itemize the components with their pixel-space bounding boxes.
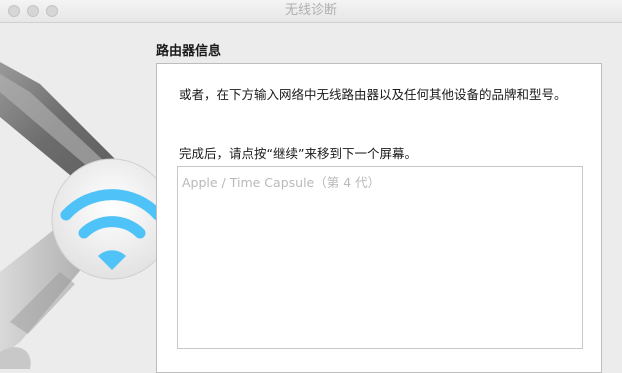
watermark <box>486 323 616 353</box>
window-title: 无线诊断 <box>284 3 337 18</box>
instruction-text: 或者，在下方输入网络中无线路由器以及任何其他设备的品牌和型号。 <box>179 87 567 102</box>
title-bar: 无线诊断 <box>0 0 622 23</box>
router-model-input[interactable] <box>177 166 583 349</box>
continue-instruction-text: 完成后，请点按“继续”来移到下一个屏幕。 <box>179 146 417 161</box>
section-title: 路由器信息 <box>156 44 222 59</box>
